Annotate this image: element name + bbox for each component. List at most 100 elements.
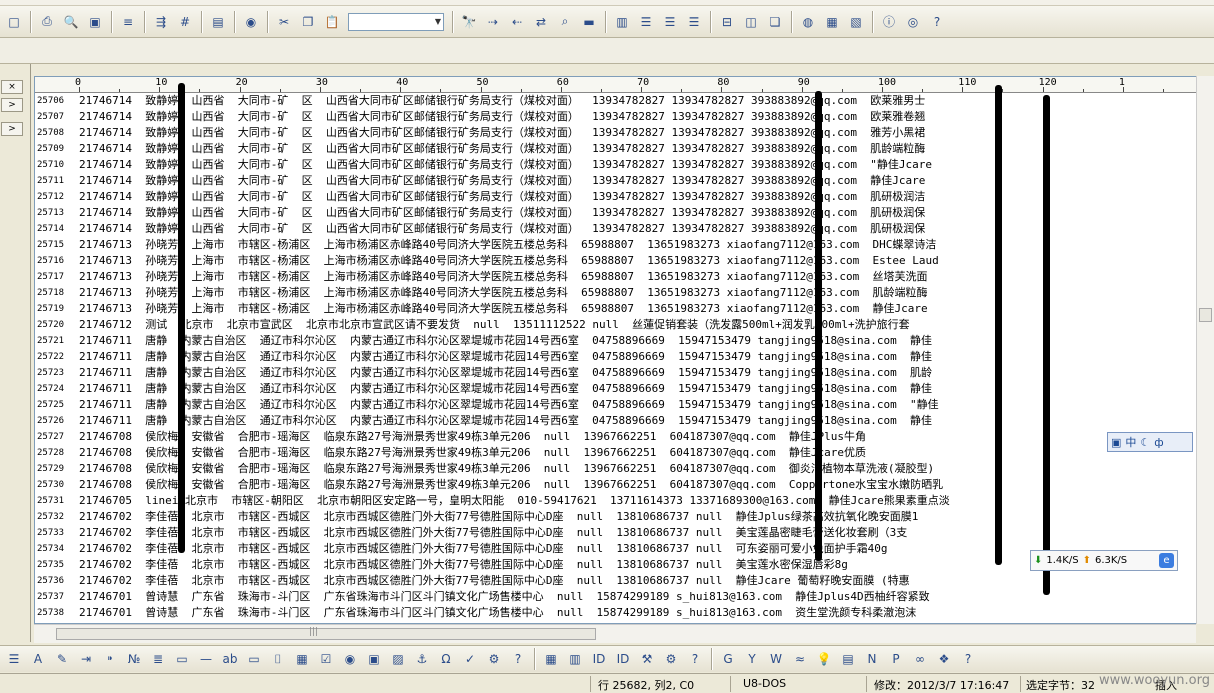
font-icon[interactable]: A bbox=[28, 649, 48, 669]
info-icon[interactable]: ⓘ bbox=[879, 12, 899, 32]
checkbox-icon[interactable]: ☑ bbox=[316, 649, 336, 669]
line-text[interactable]: 21746714 致静婷 山西省 大同市-矿 区 山西省大同市矿区邮储银行矿务局… bbox=[79, 141, 925, 157]
web-help-icon[interactable]: ◎ bbox=[903, 12, 923, 32]
edit-icon[interactable]: ✎ bbox=[52, 649, 72, 669]
line-text[interactable]: 21746714 致静婷 山西省 大同市-矿 区 山西省大同市矿区邮储银行矿务局… bbox=[79, 205, 925, 221]
editor-line[interactable]: 25724 21746711 唐静 内蒙古自治区 通辽市科尔沁区 内蒙古通辽市科尔… bbox=[35, 381, 1205, 397]
help-icon[interactable]: ? bbox=[508, 649, 528, 669]
editor-line[interactable]: 25706 21746714 致静婷 山西省 大同市-矿 区 山西省大同市矿区邮储… bbox=[35, 93, 1205, 109]
editor-line[interactable]: 25723 21746711 唐静 内蒙古自治区 通辽市科尔沁区 内蒙古通辽市科尔… bbox=[35, 365, 1205, 381]
copy-icon[interactable]: ❐ bbox=[298, 12, 318, 32]
editor-line[interactable]: 25733 21746702 李佳蓓 北京市 市辖区-西城区 北京市西城区德胜门外… bbox=[35, 525, 1205, 541]
panel-expand-button[interactable]: > bbox=[1, 98, 23, 112]
editor-line[interactable]: 25725 21746711 唐静 内蒙古自治区 通辽市科尔沁区 内蒙古通辽市科尔… bbox=[35, 397, 1205, 413]
line-text[interactable]: 21746714 致静婷 山西省 大同市-矿 区 山西省大同市矿区邮储银行矿务局… bbox=[79, 173, 925, 189]
editor-line[interactable]: 25730 21746708 侯欣梅 安徽省 合肥市-瑶海区 临泉东路27号海洲景… bbox=[35, 477, 1205, 493]
anchor-icon[interactable]: ⚓ bbox=[412, 649, 432, 669]
bullet-icon[interactable]: ⁍ bbox=[100, 649, 120, 669]
line-text[interactable]: 21746714 致静婷 山西省 大同市-矿 区 山西省大同市矿区邮储银行矿务局… bbox=[79, 157, 932, 173]
find-in-files-icon[interactable]: ⌕ bbox=[555, 12, 575, 32]
file-icon[interactable]: ▦ bbox=[822, 12, 842, 32]
print-icon[interactable]: ⎙ bbox=[37, 12, 57, 32]
editor-line[interactable]: 25732 21746702 李佳蓓 北京市 市辖区-西城区 北京市西城区德胜门外… bbox=[35, 509, 1205, 525]
windows-icon[interactable]: ❖ bbox=[934, 649, 954, 669]
panel-next-button[interactable]: > bbox=[1, 122, 23, 136]
line-text[interactable]: 21746702 李佳蓓 北京市 市辖区-西城区 北京市西城区德胜门外大街77号… bbox=[79, 525, 907, 541]
list-icon[interactable]: ☰ bbox=[4, 649, 24, 669]
punctuation-icon[interactable]: ф bbox=[1154, 436, 1163, 449]
editor-line[interactable]: 25729 21746708 侯欣梅 安徽省 合肥市-瑶海区 临泉东路27号海洲景… bbox=[35, 461, 1205, 477]
waves-icon[interactable]: ≈ bbox=[790, 649, 810, 669]
editor-line[interactable]: 25726 21746711 唐静 内蒙古自治区 通辽市科尔沁区 内蒙古通辽市科尔… bbox=[35, 413, 1205, 429]
picture-icon[interactable]: ▣ bbox=[364, 649, 384, 669]
settings-icon[interactable]: ⚙ bbox=[661, 649, 681, 669]
editor-line[interactable]: 25715 21746713 孙晓芳 上海市 市辖区-杨浦区 上海市杨浦区赤峰路4… bbox=[35, 237, 1205, 253]
cut-icon[interactable]: ✂ bbox=[274, 12, 294, 32]
editor-line[interactable]: 25708 21746714 致静婷 山西省 大同市-矿 区 山西省大同市矿区邮储… bbox=[35, 125, 1205, 141]
align-center-icon[interactable]: ☰ bbox=[636, 12, 656, 32]
editor-line[interactable]: 25736 21746702 李佳蓓 北京市 市辖区-西城区 北京市西城区德胜门外… bbox=[35, 573, 1205, 589]
id-icon[interactable]: ID bbox=[589, 649, 609, 669]
line-text[interactable]: 21746708 侯欣梅 安徽省 合肥市-瑶海区 临泉东路27号海洲景秀世家49… bbox=[79, 445, 866, 461]
line-text[interactable]: 21746711 唐静 内蒙古自治区 通辽市科尔沁区 内蒙古通辽市科尔沁区翠堤城… bbox=[79, 397, 939, 413]
google-icon[interactable]: G bbox=[718, 649, 738, 669]
lightbulb-icon[interactable]: 💡 bbox=[814, 649, 834, 669]
close-file-icon[interactable]: ▧ bbox=[846, 12, 866, 32]
moon-icon[interactable]: ☾ bbox=[1140, 436, 1150, 449]
yahoo-icon[interactable]: Y bbox=[742, 649, 762, 669]
line-text[interactable]: 21746714 致静婷 山西省 大同市-矿 区 山西省大同市矿区邮储银行矿务局… bbox=[79, 93, 925, 109]
new-file-icon[interactable]: □ bbox=[4, 12, 24, 32]
split-vertical-icon[interactable]: ◫ bbox=[741, 12, 761, 32]
scrollbar-thumb[interactable]: ||| bbox=[56, 627, 596, 640]
ids-icon[interactable]: ID bbox=[613, 649, 633, 669]
text-editor[interactable]: 0 10 20 30 40 50 60 70 80 90 100 110 120 1 25706 21746… bbox=[34, 76, 1214, 624]
spell-icon[interactable]: ✓ bbox=[460, 649, 480, 669]
editor-line[interactable]: 25722 21746711 唐静 内蒙古自治区 通辽市科尔沁区 内蒙古通辽市科尔… bbox=[35, 349, 1205, 365]
line-text[interactable]: 21746701 曾诗慧 广东省 珠海市-斗门区 广东省珠海市斗门区斗门镇文化广… bbox=[79, 589, 930, 605]
line-text[interactable]: 21746713 孙晓芳 上海市 市辖区-杨浦区 上海市杨浦区赤峰路40号同济大… bbox=[79, 301, 928, 317]
line-text[interactable]: 21746708 侯欣梅 安徽省 合肥市-瑶海区 临泉东路27号海洲景秀世家49… bbox=[79, 429, 866, 445]
indent-icon[interactable]: ⇥ bbox=[76, 649, 96, 669]
line-text[interactable]: 21746713 孙晓芳 上海市 市辖区-杨浦区 上海市杨浦区赤峰路40号同济大… bbox=[79, 269, 927, 285]
editor-line[interactable]: 25712 21746714 致静婷 山西省 大同市-矿 区 山西省大同市矿区邮储… bbox=[35, 189, 1205, 205]
line-text[interactable]: 21746714 致静婷 山西省 大同市-矿 区 山西省大同市矿区邮储银行矿务局… bbox=[79, 221, 925, 237]
line-text[interactable]: 21746702 李佳蓓 北京市 市辖区-西城区 北京市西城区德胜门外大街77号… bbox=[79, 573, 910, 589]
horizontal-scrollbar[interactable]: ||| bbox=[34, 624, 1196, 643]
editor-line[interactable]: 25717 21746713 孙晓芳 上海市 市辖区-杨浦区 上海市杨浦区赤峰路4… bbox=[35, 269, 1205, 285]
link-icon[interactable]: ∞ bbox=[910, 649, 930, 669]
line-text[interactable]: 21746708 侯欣梅 安徽省 合肥市-瑶海区 临泉东路27号海洲景秀世家49… bbox=[79, 461, 934, 477]
editor-line[interactable]: 25737 21746701 曾诗慧 广东省 珠海市-斗门区 广东省珠海市斗门区斗… bbox=[35, 589, 1205, 605]
editor-line[interactable]: 25738 21746701 曾诗慧 广东省 珠海市-斗门区 广东省珠海市斗门区斗… bbox=[35, 605, 1205, 621]
image-icon[interactable]: ▨ bbox=[388, 649, 408, 669]
plugin-icon[interactable]: ⚙ bbox=[484, 649, 504, 669]
help-icon[interactable]: ? bbox=[685, 649, 705, 669]
browser-icon[interactable]: ◍ bbox=[798, 12, 818, 32]
editor-line[interactable]: 25731 21746705 linei 北京市 市辖区-朝阳区 北京市朝阳区安定… bbox=[35, 493, 1205, 509]
field-icon[interactable]: ⌷ bbox=[268, 649, 288, 669]
editor-line[interactable]: 25721 21746711 唐静 内蒙古自治区 通辽市科尔沁区 内蒙古通辽市科尔… bbox=[35, 333, 1205, 349]
special-char-icon[interactable]: Ω bbox=[436, 649, 456, 669]
paste-icon[interactable]: 📋 bbox=[322, 12, 342, 32]
editor-line[interactable]: 25707 21746714 致静婷 山西省 大同市-矿 区 山西省大同市矿区邮储… bbox=[35, 109, 1205, 125]
wrap-icon[interactable]: ⇶ bbox=[151, 12, 171, 32]
hex-icon[interactable]: # bbox=[175, 12, 195, 32]
table-icon[interactable]: ▦ bbox=[292, 649, 312, 669]
align-right-icon[interactable]: ☰ bbox=[660, 12, 680, 32]
split-horizontal-icon[interactable]: ⊟ bbox=[717, 12, 737, 32]
line-text[interactable]: 21746702 李佳蓓 北京市 市辖区-西城区 北京市西城区德胜门外大街77号… bbox=[79, 557, 848, 573]
line-text[interactable]: 21746713 孙晓芳 上海市 市辖区-杨浦区 上海市杨浦区赤峰路40号同济大… bbox=[79, 285, 927, 301]
line-text[interactable]: 21746711 唐静 内蒙古自治区 通辽市科尔沁区 内蒙古通辽市科尔沁区翠堤城… bbox=[79, 365, 932, 381]
wikipedia-icon[interactable]: W bbox=[766, 649, 786, 669]
line-text[interactable]: 21746713 孙晓芳 上海市 市辖区-杨浦区 上海市杨浦区赤峰路40号同济大… bbox=[79, 253, 939, 269]
line-text[interactable]: 21746714 致静婷 山西省 大同市-矿 区 山西省大同市矿区邮储银行矿务局… bbox=[79, 189, 925, 205]
line-icon[interactable]: — bbox=[196, 649, 216, 669]
editor-line[interactable]: 25710 21746714 致静婷 山西省 大同市-矿 区 山西省大同市矿区邮储… bbox=[35, 157, 1205, 173]
scrollbar-thumb[interactable] bbox=[1199, 308, 1212, 322]
print-preview-icon[interactable]: 🔍 bbox=[61, 12, 81, 32]
label-icon[interactable]: ab bbox=[220, 649, 240, 669]
editor-line[interactable]: 25711 21746714 致静婷 山西省 大同市-矿 区 山西省大同市矿区邮储… bbox=[35, 173, 1205, 189]
tools-icon[interactable]: ⚒ bbox=[637, 649, 657, 669]
line-text[interactable]: 21746713 孙晓芳 上海市 市辖区-杨浦区 上海市杨浦区赤峰路40号同济大… bbox=[79, 237, 936, 253]
replace-icon[interactable]: ⇄ bbox=[531, 12, 551, 32]
printer-icon[interactable]: ▬ bbox=[579, 12, 599, 32]
